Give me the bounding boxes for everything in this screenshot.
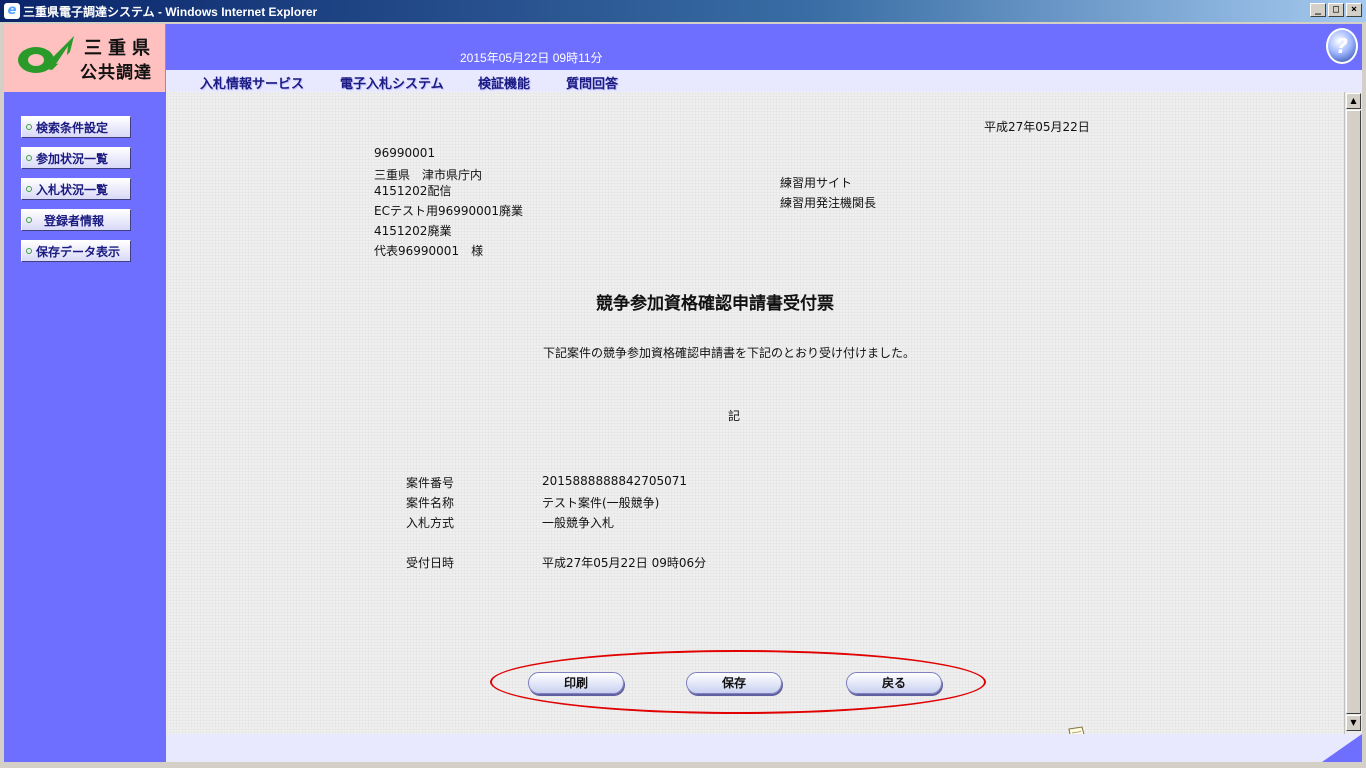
document-date: 平成27年05月22日	[984, 120, 1090, 134]
mie-logo-icon	[18, 36, 74, 73]
maximize-button[interactable]: □	[1328, 3, 1344, 17]
sender-line: 練習用サイト	[780, 176, 853, 190]
current-datetime: 2015年05月22日 09時11分	[460, 51, 603, 65]
sidebar-item-label: 参加状況一覧	[36, 151, 109, 166]
sidebar-item-participation-list[interactable]: 参加状況一覧	[21, 147, 131, 169]
window-title: 三重県電子調達システム - Windows Internet Explorer	[23, 4, 318, 19]
header: 2015年05月22日 09時11分 ?	[166, 24, 1362, 70]
menu-item-e-bidding[interactable]: 電子入札システム	[340, 73, 444, 92]
field-value-case-number: 2015888888842705071	[542, 474, 688, 488]
ie-logo-icon: e	[4, 3, 20, 19]
sidebar-item-label: 検索条件設定	[36, 120, 109, 135]
window-controls: _ □ ×	[1310, 3, 1362, 17]
browser-frame: 三重県 公共調達 2015年05月22日 09時11分 ? 入札情報サービス 電…	[4, 24, 1362, 762]
logo-text-prefecture: 三重県	[84, 38, 156, 59]
back-button[interactable]: 戻る	[846, 672, 942, 694]
menu-item-verification[interactable]: 検証機能	[478, 73, 530, 92]
site-logo[interactable]: 三重県 公共調達	[4, 24, 166, 92]
sidebar: 検索条件設定 参加状況一覧 入札状況一覧 登録者情報 保存データ表示	[4, 92, 166, 762]
scroll-thumb[interactable]	[1346, 110, 1361, 714]
recipient-line: 96990001	[374, 146, 436, 160]
sidebar-item-label: 入札状況一覧	[36, 182, 109, 197]
bullet-icon	[26, 124, 32, 130]
main-menu: 入札情報サービス 電子入札システム 検証機能 質問回答	[166, 70, 1362, 92]
close-button[interactable]: ×	[1346, 3, 1362, 17]
recipient-line: 代表96990001 様	[374, 244, 484, 258]
vertical-scrollbar[interactable]: ▲ ▼	[1344, 92, 1362, 734]
footer-bar	[166, 734, 1362, 762]
bullet-icon	[26, 186, 32, 192]
field-value-case-name: テスト案件(一般競争)	[542, 496, 660, 510]
recipient-line: 4151202配信	[374, 184, 452, 198]
menu-item-bid-info[interactable]: 入札情報サービス	[200, 73, 304, 92]
window-titlebar: e 三重県電子調達システム - Windows Internet Explore…	[0, 0, 1366, 22]
field-value-received-at: 平成27年05月22日 09時06分	[542, 556, 707, 570]
logo-text-procurement: 公共調達	[80, 63, 152, 83]
recipient-line: 4151202廃業	[374, 224, 452, 238]
sidebar-item-label: 保存データ表示	[36, 244, 121, 259]
document-title: 競争参加資格確認申請書受付票	[596, 294, 834, 314]
sidebar-item-registrant-info[interactable]: 登録者情報	[21, 209, 131, 231]
bullet-icon	[26, 248, 32, 254]
field-label-case-number: 案件番号	[406, 476, 455, 490]
ki-label: 記	[728, 409, 741, 423]
print-button[interactable]: 印刷	[528, 672, 624, 694]
field-label-bid-method: 入札方式	[406, 516, 455, 530]
sidebar-item-bid-status-list[interactable]: 入札状況一覧	[21, 178, 131, 200]
field-label-received-at: 受付日時	[406, 556, 455, 570]
footer-decoration	[1322, 734, 1362, 762]
bullet-icon	[26, 155, 32, 161]
field-value-bid-method: 一般競争入札	[542, 516, 615, 530]
sidebar-item-label: 登録者情報	[44, 213, 105, 228]
field-label-case-name: 案件名称	[406, 496, 455, 510]
help-icon[interactable]: ?	[1326, 28, 1358, 64]
menu-item-qa[interactable]: 質問回答	[566, 73, 618, 92]
sender-line: 練習用発注機関長	[780, 196, 877, 210]
bullet-icon	[26, 217, 32, 223]
document-body: 下記案件の競争参加資格確認申請書を下記のとおり受け付けました。	[543, 346, 916, 360]
minimize-button[interactable]: _	[1310, 3, 1326, 17]
scroll-down-icon[interactable]: ▼	[1346, 715, 1361, 731]
main-content: 平成27年05月22日 96990001 三重県 津市県庁内 4151202配信…	[166, 92, 1344, 746]
save-button[interactable]: 保存	[686, 672, 782, 694]
scroll-up-icon[interactable]: ▲	[1346, 93, 1361, 109]
recipient-line: ECテスト用96990001廃業	[374, 204, 524, 218]
sidebar-item-search-settings[interactable]: 検索条件設定	[21, 116, 131, 138]
sidebar-item-saved-data[interactable]: 保存データ表示	[21, 240, 131, 262]
recipient-line: 三重県 津市県庁内	[374, 168, 483, 182]
